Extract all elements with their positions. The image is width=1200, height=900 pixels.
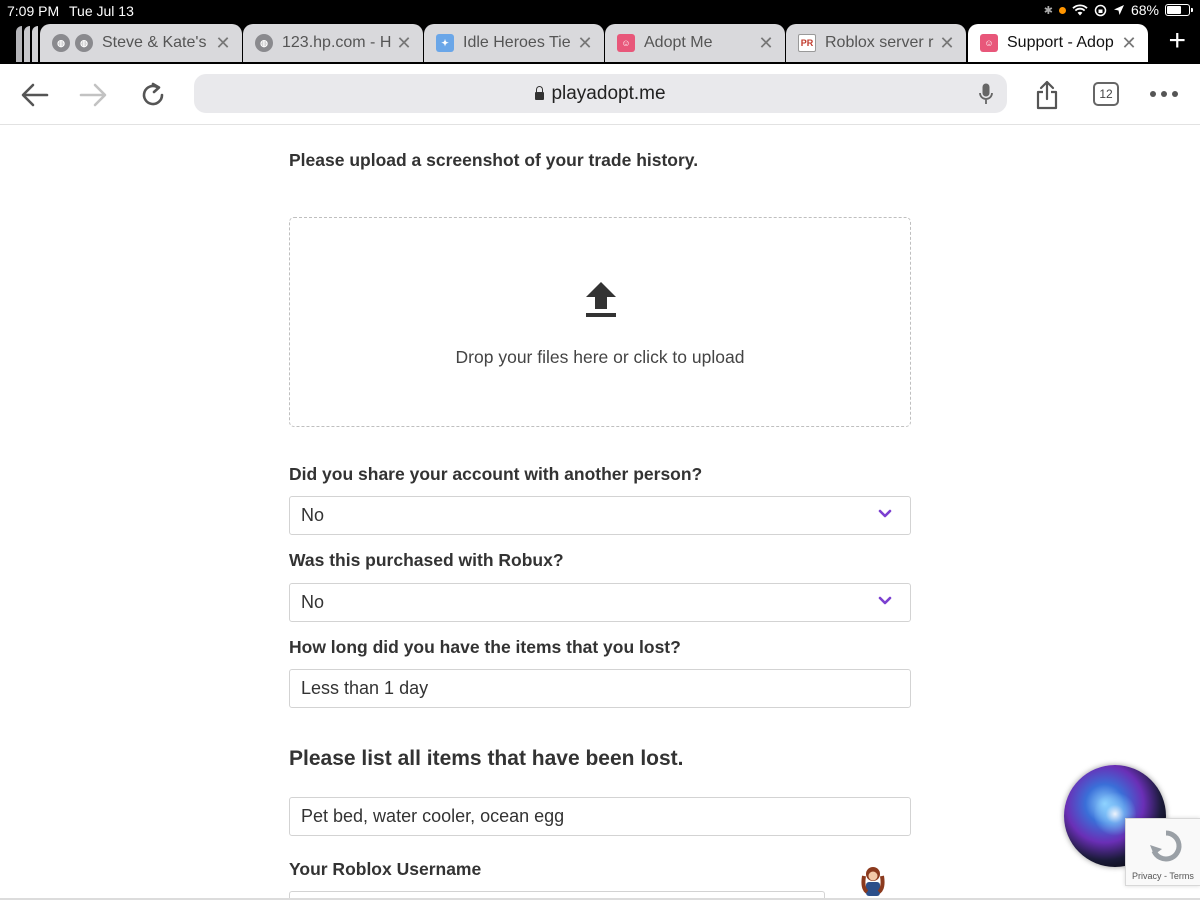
shared-account-select[interactable]: No [289, 496, 911, 535]
mic-in-use-indicator [1058, 6, 1066, 14]
globe-icon: ◍ [75, 34, 93, 52]
orientation-lock-icon [1094, 4, 1107, 16]
tab-stack-edge [32, 26, 38, 62]
file-dropzone[interactable]: Drop your files here or click to upload [289, 217, 911, 427]
tab-idle-heroes[interactable]: ✦ Idle Heroes Tie ✕ [424, 24, 604, 62]
microphone-icon[interactable] [979, 83, 993, 105]
tab-stack-edge [16, 26, 22, 62]
lost-items-heading: Please list all items that have been los… [289, 747, 684, 770]
tab-label: Support - Adop [1007, 34, 1114, 51]
tab-label: Idle Heroes Tie [463, 34, 571, 51]
recaptcha-badge[interactable]: Privacy - Terms [1125, 818, 1200, 886]
pr-favicon: PR [798, 34, 816, 52]
tab-support-adopt-me[interactable]: ☺ Support - Adop ✕ [968, 24, 1148, 62]
tab-stack-edge [24, 26, 30, 62]
status-date: Tue Jul 13 [69, 3, 134, 19]
close-tab-icon[interactable]: ✕ [753, 33, 779, 54]
duration-input[interactable]: Less than 1 day [289, 669, 911, 708]
recaptcha-icon [1150, 830, 1182, 862]
robux-label: Was this purchased with Robux? [289, 550, 564, 570]
address-bar[interactable]: playadopt.me [194, 74, 1007, 113]
close-tab-icon[interactable]: ✕ [391, 33, 417, 54]
upload-label: Please upload a screenshot of your trade… [289, 150, 699, 170]
close-tab-icon[interactable]: ✕ [210, 33, 236, 54]
robux-select[interactable]: No [289, 583, 911, 622]
lost-items-input[interactable]: Pet bed, water cooler, ocean egg [289, 797, 911, 836]
lock-icon [535, 85, 545, 100]
tab-label: Roblox server r [825, 34, 934, 51]
url-text: playadopt.me [551, 82, 666, 104]
chevron-down-icon [878, 596, 892, 605]
browser-toolbar: playadopt.me 12 [0, 64, 1200, 125]
status-time: 7:09 PM [7, 3, 60, 19]
bluetooth-icon: ✱ [1043, 4, 1053, 17]
adopt-me-favicon: ☺ [980, 34, 998, 52]
close-tab-icon[interactable]: ✕ [1116, 33, 1142, 54]
forward-arrow-icon [79, 83, 107, 107]
back-arrow-icon [21, 83, 49, 107]
battery-icon [1165, 4, 1193, 16]
forward-button[interactable] [76, 78, 110, 112]
tab-label: Adopt Me [644, 34, 713, 51]
wifi-icon [1072, 4, 1088, 16]
tab-label: 123.hp.com - H [282, 34, 391, 51]
tab-hp[interactable]: ◍ 123.hp.com - H ✕ [243, 24, 423, 62]
globe-icon: ◍ [255, 34, 273, 52]
recaptcha-terms[interactable]: Privacy - Terms [1132, 871, 1194, 881]
tab-adopt-me[interactable]: ☺ Adopt Me ✕ [605, 24, 785, 62]
chevron-down-icon [878, 509, 892, 518]
idle-heroes-favicon: ✦ [436, 34, 454, 52]
shared-account-label: Did you share your account with another … [289, 464, 703, 484]
share-icon [1036, 80, 1058, 110]
tab-overview-button[interactable]: 12 [1093, 82, 1119, 106]
new-tab-plus-icon[interactable]: + [1168, 26, 1186, 56]
battery-percent: 68% [1130, 2, 1159, 18]
globe-icon: ◍ [52, 34, 70, 52]
more-options-icon[interactable] [1150, 91, 1178, 97]
adopt-me-favicon: ☺ [617, 34, 635, 52]
character-avatar-image [861, 867, 885, 896]
tab-roblox-server[interactable]: PR Roblox server r ✕ [786, 24, 966, 62]
reload-icon [142, 82, 164, 106]
selected-value: No [301, 505, 325, 525]
tab-strip: ◍ ◍ Steve & Kate's ✕ ◍ 123.hp.com - H ✕ … [0, 22, 1200, 64]
location-icon [1113, 5, 1124, 15]
tab-label: Steve & Kate's [102, 34, 207, 51]
upload-icon [586, 282, 616, 317]
selected-value: No [301, 592, 325, 612]
status-bar: 7:09 PM Tue Jul 13 ✱ 68% [0, 0, 1200, 22]
share-button[interactable] [1030, 78, 1064, 112]
duration-label: How long did you have the items that you… [289, 637, 681, 657]
username-label: Your Roblox Username [289, 859, 482, 879]
back-button[interactable] [18, 78, 52, 112]
close-tab-icon[interactable]: ✕ [572, 33, 598, 54]
close-tab-icon[interactable]: ✕ [934, 33, 960, 54]
reload-button[interactable] [136, 78, 170, 112]
tab-steve-kate[interactable]: ◍ ◍ Steve & Kate's ✕ [40, 24, 242, 62]
status-indicators: ✱ 68% [1043, 2, 1193, 18]
dropzone-text: Drop your files here or click to upload [455, 347, 745, 367]
